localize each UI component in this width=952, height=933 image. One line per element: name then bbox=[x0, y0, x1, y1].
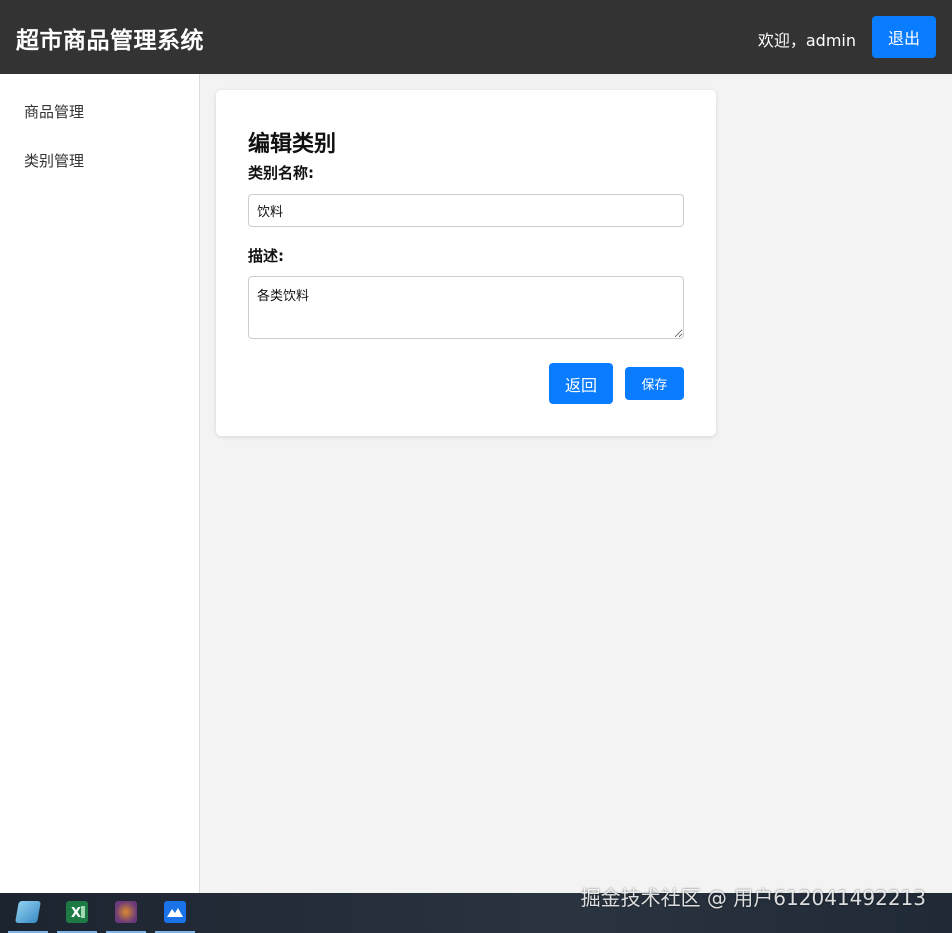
edit-category-card: 编辑类别 类别名称: 描述: 各类饮料 返回 保存 bbox=[216, 90, 716, 436]
sidebar-item-categories[interactable]: 类别管理 bbox=[24, 150, 84, 171]
description-textarea[interactable]: 各类饮料 bbox=[248, 276, 684, 339]
watermark: 掘金技术社区 @ 用户612041492213 bbox=[580, 886, 926, 910]
sidebar: 商品管理 类别管理 bbox=[0, 74, 200, 893]
taskbar-app-mountain[interactable] bbox=[155, 893, 195, 933]
page-title: 编辑类别 bbox=[248, 132, 337, 157]
back-button[interactable]: 返回 bbox=[549, 363, 613, 404]
category-name-input[interactable] bbox=[248, 194, 684, 227]
welcome-text: 欢迎，admin bbox=[757, 31, 856, 50]
top-header: 超市商品管理系统 欢迎，admin 退出 bbox=[0, 0, 952, 74]
taskbar-app-notepad[interactable] bbox=[8, 893, 48, 933]
category-name-label: 类别名称: bbox=[248, 164, 314, 182]
logout-button[interactable]: 退出 bbox=[872, 16, 936, 58]
app-title: 超市商品管理系统 bbox=[16, 28, 204, 54]
description-label: 描述: bbox=[248, 247, 284, 265]
sidebar-item-products[interactable]: 商品管理 bbox=[24, 101, 84, 122]
main-content: 编辑类别 类别名称: 描述: 各类饮料 返回 保存 bbox=[200, 74, 952, 893]
mountain-app-icon bbox=[164, 901, 186, 923]
svg-text:X: X bbox=[71, 906, 81, 921]
excel-icon: X bbox=[66, 901, 88, 923]
taskbar-app-excel[interactable]: X bbox=[57, 893, 97, 933]
notepad-icon bbox=[15, 901, 41, 923]
game-icon bbox=[115, 901, 137, 923]
save-button[interactable]: 保存 bbox=[625, 367, 684, 400]
taskbar-app-game[interactable] bbox=[106, 893, 146, 933]
